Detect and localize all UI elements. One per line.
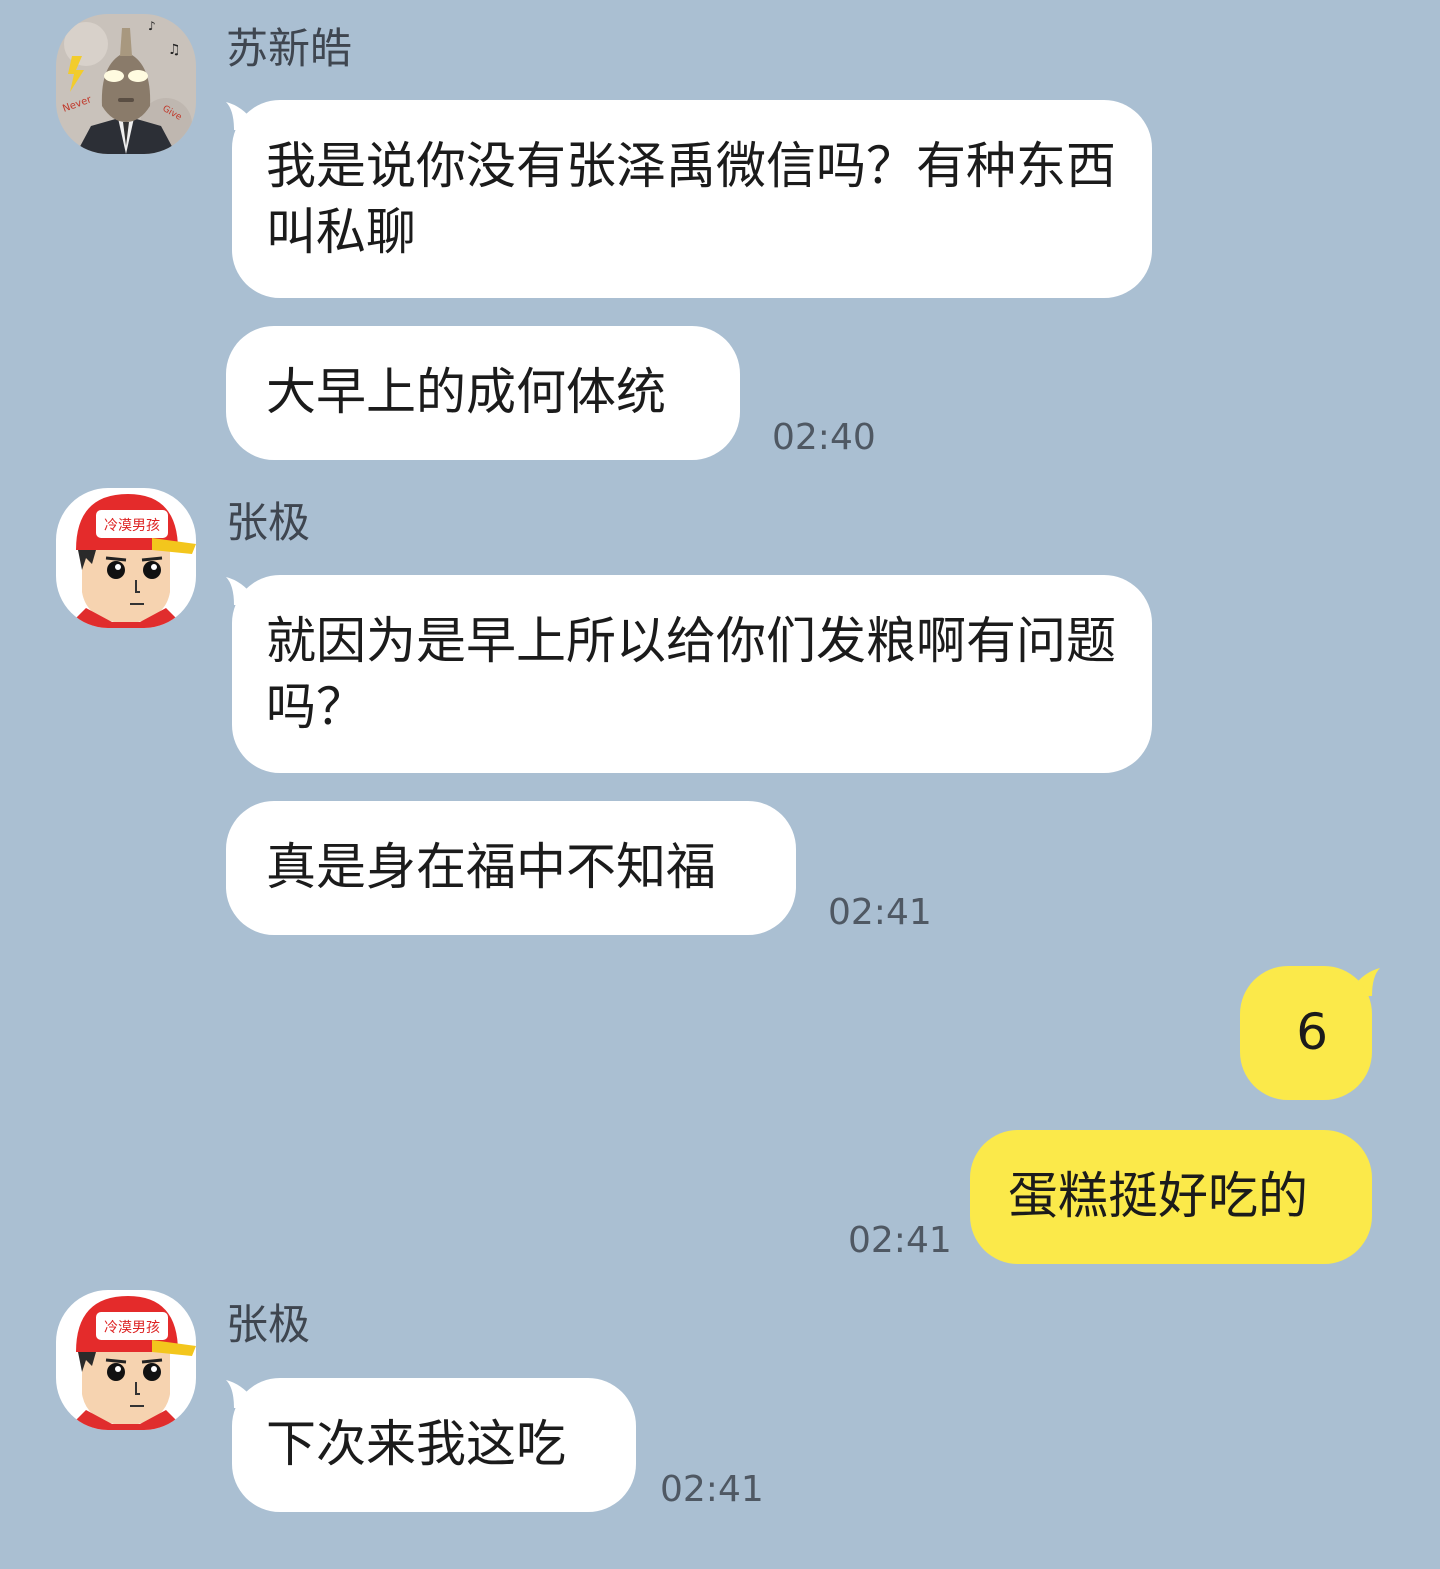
sender-name: 张极 [226, 1300, 311, 1349]
avatar-zhangji[interactable]: 冷漠男孩 [56, 1290, 196, 1430]
cap-boy-avatar-icon: 冷漠男孩 [56, 488, 196, 628]
ultraman-avatar-icon: ♫ ♪ Never Give [56, 14, 196, 154]
message-timestamp: 02:40 [772, 417, 876, 458]
message-text: 真是身在福中不知福 [266, 838, 716, 896]
message-timestamp: 02:41 [848, 1220, 952, 1261]
message-bubble[interactable]: 下次来我这吃 [232, 1378, 636, 1512]
message-bubble-outgoing[interactable]: 蛋糕挺好吃的 [970, 1130, 1372, 1264]
message-text: 蛋糕挺好吃的 [1008, 1167, 1308, 1225]
cap-label-text: 冷漠男孩 [104, 518, 160, 534]
svg-text:♫: ♫ [168, 42, 181, 58]
cap-boy-avatar-icon: 冷漠男孩 [56, 1290, 196, 1430]
message-text: 6 [1296, 1003, 1328, 1061]
avatar-zhangji[interactable]: 冷漠男孩 [56, 488, 196, 628]
message-timestamp: 02:41 [660, 1469, 764, 1510]
sender-name: 张极 [226, 498, 311, 547]
message-bubble[interactable]: 大早上的成何体统 [226, 326, 740, 460]
cap-label-text: 冷漠男孩 [104, 1320, 160, 1336]
svg-text:♪: ♪ [148, 19, 156, 33]
message-bubble[interactable]: 真是身在福中不知福 [226, 801, 796, 935]
message-text: 大早上的成何体统 [266, 363, 666, 421]
message-bubble[interactable]: 我是说你没有张泽禹微信吗？有种东西叫私聊 [232, 100, 1152, 298]
avatar-suxinhao[interactable]: ♫ ♪ Never Give [56, 14, 196, 154]
sender-name: 苏新皓 [226, 24, 353, 73]
message-text: 我是说你没有张泽禹微信吗？有种东西叫私聊 [266, 137, 1116, 261]
message-bubble-outgoing[interactable]: 6 [1240, 966, 1372, 1100]
message-bubble[interactable]: 就因为是早上所以给你们发粮啊有问题吗？ [232, 575, 1152, 773]
message-text: 就因为是早上所以给你们发粮啊有问题吗？ [266, 612, 1116, 736]
message-timestamp: 02:41 [828, 892, 932, 933]
message-text: 下次来我这吃 [266, 1415, 566, 1473]
